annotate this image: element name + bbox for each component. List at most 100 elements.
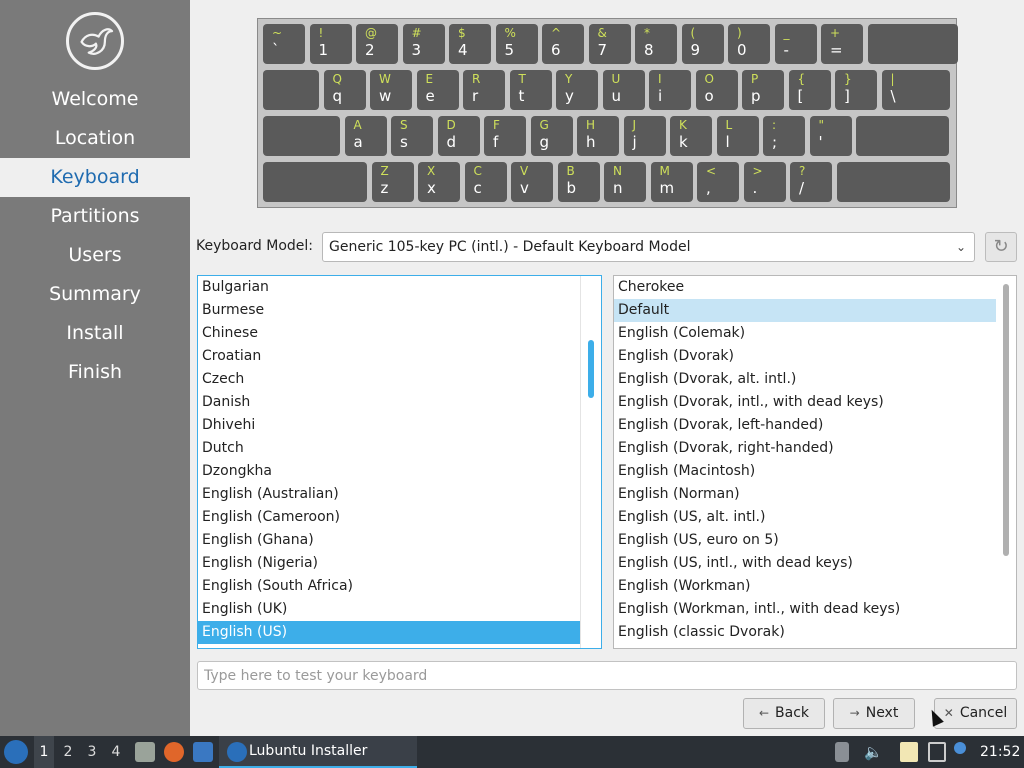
list-item[interactable]: English (Dvorak, right-handed) (614, 437, 996, 460)
keyboard-key: Ii (649, 70, 691, 110)
start-menu-icon[interactable] (4, 740, 28, 764)
list-item[interactable]: English (Workman, intl., with dead keys) (614, 598, 996, 621)
list-item[interactable]: English (Dvorak, alt. intl.) (614, 368, 996, 391)
list-item[interactable]: English (US, intl., with dead keys) (614, 552, 996, 575)
taskbar-task-installer[interactable]: Lubuntu Installer (219, 736, 417, 768)
keyboard-key: Xx (418, 162, 460, 202)
key-label: e (425, 87, 435, 105)
key-shift-label: W (379, 72, 391, 86)
volume-icon[interactable]: 🔈 (864, 742, 883, 762)
list-item[interactable]: Dutch (198, 437, 581, 460)
list-item[interactable]: Default (614, 299, 996, 322)
key-label: 5 (504, 41, 515, 59)
key-shift-label: % (504, 26, 516, 40)
keyboard-key: * 8 (635, 24, 677, 64)
cancel-button[interactable]: ✕ Cancel (934, 698, 1017, 729)
key-shift-label: F (493, 118, 500, 132)
list-item[interactable]: English (US) (198, 621, 581, 644)
key-label: i (658, 87, 663, 105)
keyboard-key: Tt (509, 70, 552, 110)
back-button[interactable]: ← Back (743, 698, 825, 729)
keyboard-model-label: Keyboard Model: (196, 238, 314, 254)
list-item[interactable]: English (Macintosh) (614, 460, 996, 483)
list-item[interactable]: English (South Africa) (198, 575, 581, 598)
keyboard-key: Nn (604, 162, 646, 202)
keyboard-key: Yy (556, 70, 598, 110)
key-shift-label: + (830, 26, 841, 40)
keyboard-key: Mm (650, 162, 693, 202)
key-shift-label: D (446, 118, 456, 132)
workspace-1[interactable]: 1 (34, 736, 54, 768)
sidebar-step-partitions: Partitions (50, 205, 140, 227)
next-button[interactable]: → Next (833, 698, 915, 729)
removable-media-icon[interactable] (835, 742, 849, 762)
keyboard-key: _ - (774, 24, 817, 64)
list-item[interactable]: Cherokee (614, 276, 996, 299)
workspace-4[interactable]: 4 (106, 736, 126, 768)
key-label: j (632, 133, 637, 151)
variant-list-scrollbar[interactable] (1003, 280, 1009, 644)
key-shift-label: < (706, 164, 717, 178)
keyboard-key: Aa (344, 116, 387, 156)
clipboard-icon[interactable] (900, 742, 918, 762)
keyboard-key: ^ 6 (542, 24, 584, 64)
file-manager-icon[interactable] (135, 742, 155, 762)
arrow-left-icon: ← (758, 706, 770, 720)
layout-list[interactable]: Bulgarian Burmese Chinese Croatian Czech Dani… (197, 275, 602, 649)
keyboard-model-select[interactable]: Generic 105-key PC (intl.) - Default Key… (322, 232, 975, 262)
scroll-thumb[interactable] (588, 340, 594, 398)
show-desktop-icon[interactable] (193, 742, 213, 762)
list-item[interactable]: Croatian (198, 345, 581, 368)
list-item[interactable]: English (Colemak) (614, 322, 996, 345)
list-item[interactable]: Dzongkha (198, 460, 581, 483)
layout-list-scrollbar[interactable] (588, 280, 594, 644)
list-item[interactable]: English (Cameroon) (198, 506, 581, 529)
keyboard-key: Jj (623, 116, 666, 156)
sidebar-step-summary: Summary (49, 283, 141, 305)
key-shift-label: * (644, 26, 650, 40)
list-item[interactable]: English (Dvorak) (614, 345, 996, 368)
keyboard-key: ? / (790, 162, 832, 202)
keyboard-key: {[ (788, 70, 831, 110)
list-item[interactable]: English (classic Dvorak) (614, 621, 996, 644)
workspace-2[interactable]: 2 (58, 736, 78, 768)
list-item[interactable]: English (UK) (198, 598, 581, 621)
list-item[interactable]: English (Australian) (198, 483, 581, 506)
key-label: f (493, 133, 499, 151)
variant-list[interactable]: Cherokee Default English (Colemak) English … (613, 275, 1017, 649)
key-shift-label: T (518, 72, 526, 86)
firefox-icon[interactable] (164, 742, 184, 762)
reset-model-button[interactable]: ↻ (985, 232, 1017, 262)
keyboard-key (856, 116, 949, 156)
key-label: 6 (551, 41, 561, 59)
list-item[interactable]: English (Dvorak, intl., with dead keys) (614, 391, 996, 414)
list-item[interactable]: Bulgarian (198, 276, 581, 299)
key-shift-label: L (725, 118, 733, 132)
list-item[interactable]: English (Ghana) (198, 529, 581, 552)
back-label: Back (775, 705, 810, 721)
list-item[interactable]: English (Nigeria) (198, 552, 581, 575)
key-shift-label: U (611, 72, 621, 86)
keyboard-test-input[interactable] (197, 661, 1017, 690)
list-item[interactable]: English (US, euro on 5) (614, 529, 996, 552)
scroll-thumb[interactable] (1003, 284, 1009, 556)
keyboard-key: ! 1 (309, 24, 352, 64)
list-item[interactable]: English (Dvorak, left-handed) (614, 414, 996, 437)
key-label: o (704, 87, 714, 105)
key-shift-label: V (520, 164, 529, 178)
list-item[interactable]: Chinese (198, 322, 581, 345)
list-item[interactable]: English (Workman) (614, 575, 996, 598)
network-icon[interactable] (928, 742, 946, 762)
list-item[interactable]: Dhivehi (198, 414, 581, 437)
key-label: v (520, 179, 529, 197)
keyboard-key: Ll (716, 116, 759, 156)
list-item[interactable]: English (Norman) (614, 483, 996, 506)
update-notifier-icon[interactable] (954, 742, 966, 754)
list-item[interactable]: English (US, alt. intl.) (614, 506, 996, 529)
installer-icon (227, 742, 247, 762)
list-item[interactable]: Danish (198, 391, 581, 414)
list-item[interactable]: Burmese (198, 299, 581, 322)
workspace-3[interactable]: 3 (82, 736, 102, 768)
list-item[interactable]: Czech (198, 368, 581, 391)
keyboard-key: ) 0 (728, 24, 770, 64)
